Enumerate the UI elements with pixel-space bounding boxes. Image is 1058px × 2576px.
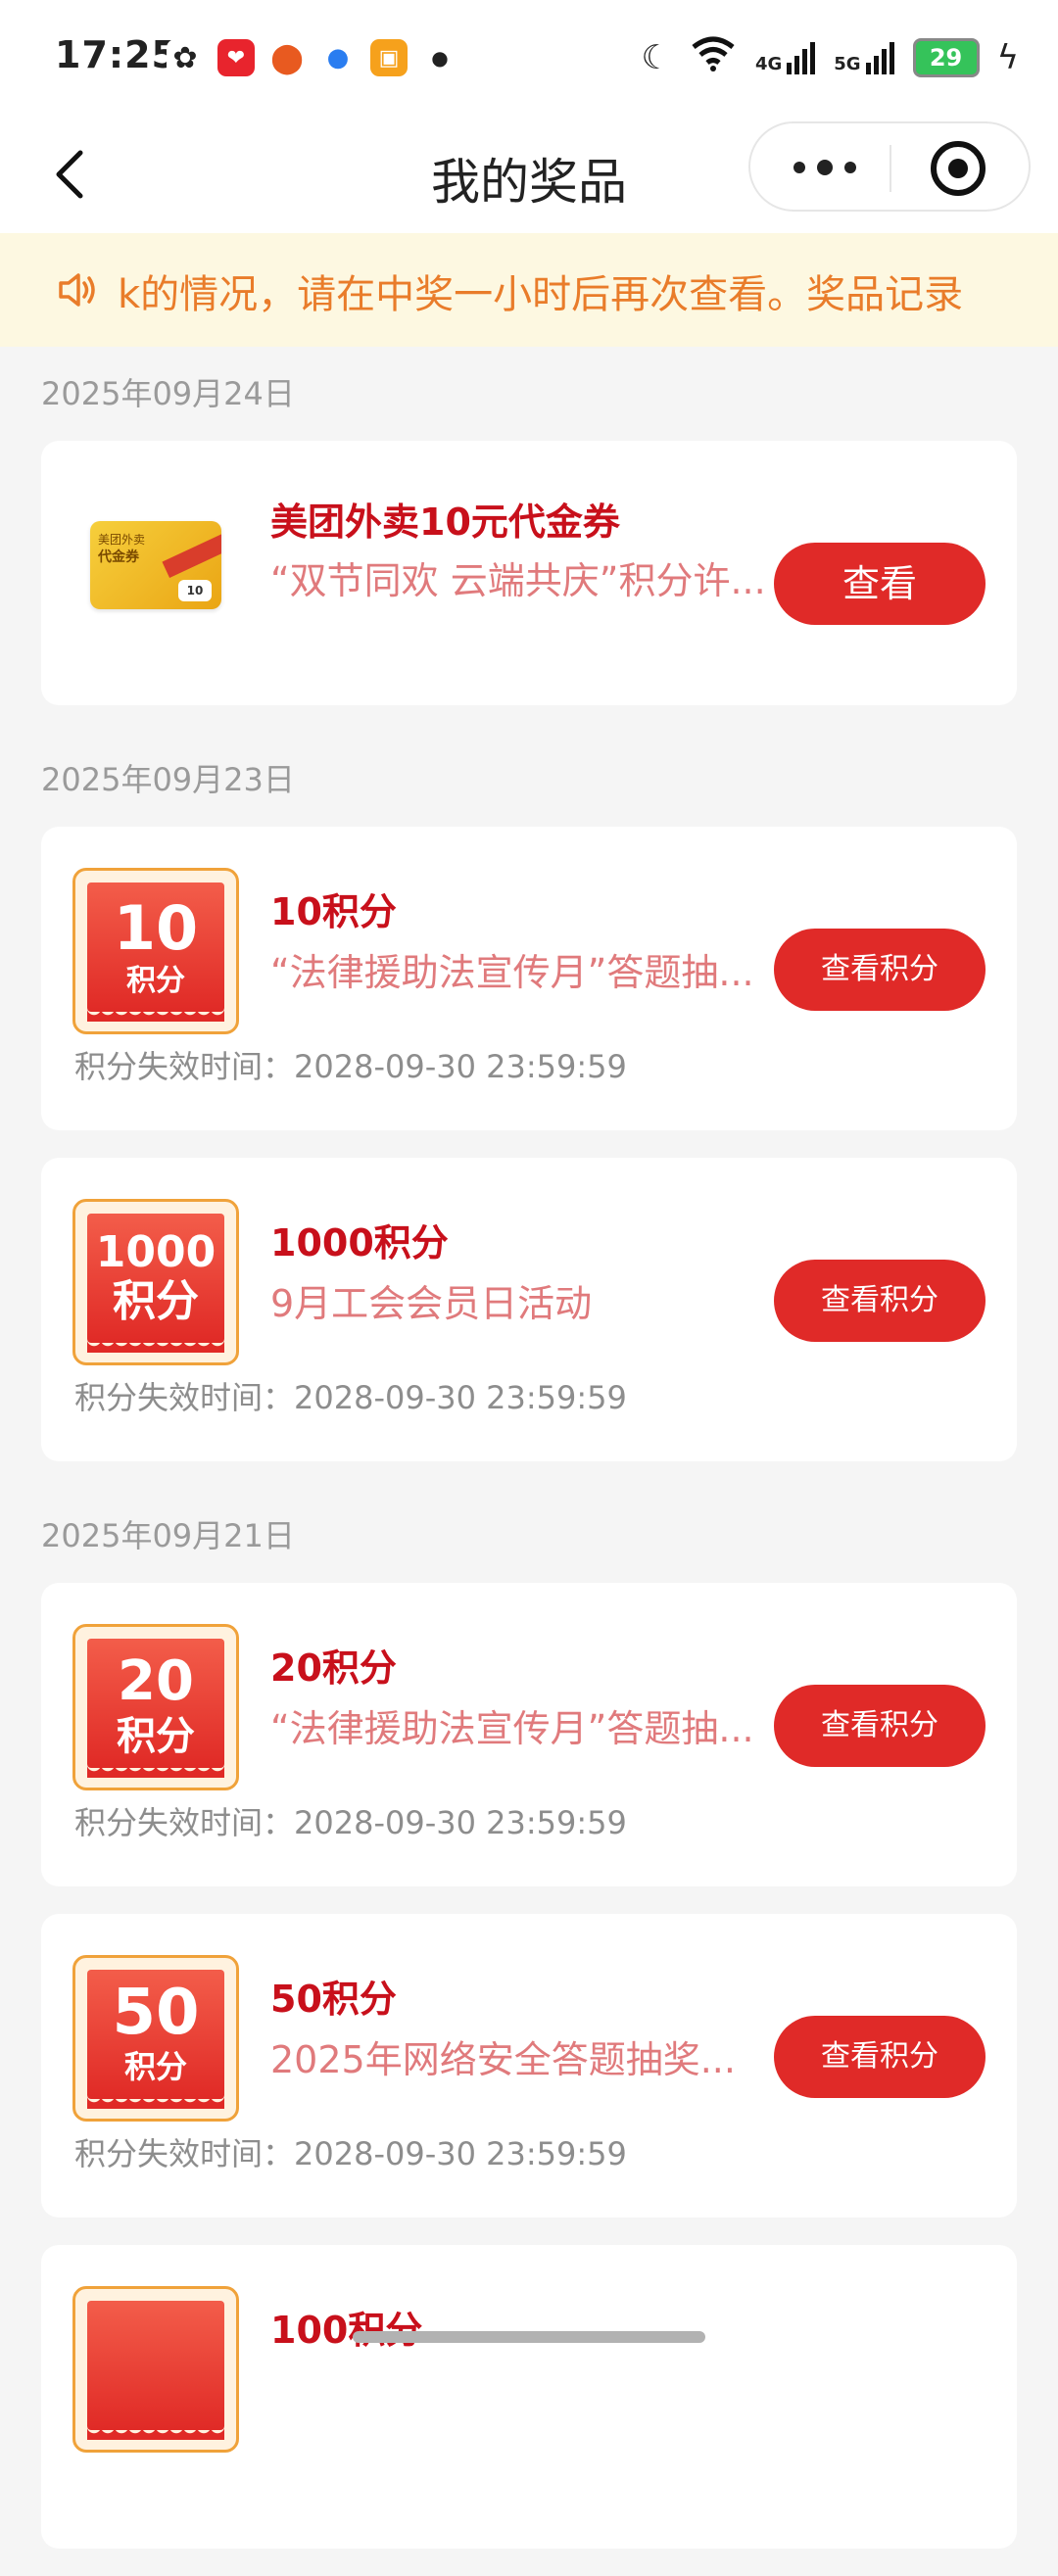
status-bar: 17:25 ✿ ❤ ⬤ ● ▣ ● ☾ 4G 5G 29 ϟ	[0, 0, 1058, 118]
points-badge-face	[87, 2301, 224, 2440]
points-expiry: 积分失效时间：2028-09-30 23:59:59	[74, 1048, 627, 1085]
view-points-button[interactable]: 查看积分	[774, 929, 986, 1011]
speaker-icon	[59, 273, 95, 307]
signal-4g-icon: 4G	[755, 41, 816, 74]
badge-number: 1000	[95, 1227, 216, 1277]
more-button[interactable]	[786, 153, 864, 182]
status-app-icons: ✿ ❤ ⬤ ● ▣ ●	[167, 39, 458, 76]
wechat-icon: ✿	[167, 39, 204, 76]
view-button[interactable]: 查看	[774, 543, 986, 625]
miniprogram-capsule	[748, 121, 1031, 212]
view-points-button[interactable]: 查看积分	[774, 1260, 986, 1342]
date-header: 2025年09月24日	[41, 375, 295, 412]
points-badge-face: 1000 积分	[87, 1214, 224, 1353]
network-4g-label: 4G	[754, 53, 783, 74]
capsule-divider	[890, 145, 891, 192]
nav-bar: 我的奖品	[0, 118, 1058, 233]
points-badge: 1000 积分	[72, 1199, 239, 1365]
badge-number: 50	[112, 1977, 200, 2049]
signal-5g-icon: 5G	[834, 41, 894, 74]
more-dots-icon	[794, 162, 805, 173]
view-points-button[interactable]: 查看积分	[774, 2016, 986, 2098]
prize-title: 1000积分	[270, 1221, 449, 1264]
thumb-ribbon	[162, 533, 221, 578]
prize-card: 50 积分 50积分 2025年网络安全答题抽奖... 查看积分 积分失效时间：…	[41, 1914, 1017, 2218]
date-header: 2025年09月21日	[41, 1517, 295, 1554]
prize-subtitle: “法律援助法宣传月”答题抽...	[270, 951, 754, 994]
wifi-icon	[689, 33, 738, 81]
status-time: 17:25	[55, 33, 178, 76]
thumb-value: 10	[178, 580, 212, 601]
prize-subtitle: “法律援助法宣传月”答题抽...	[270, 1707, 754, 1750]
more-notifications-icon: ●	[421, 39, 458, 76]
prize-card: 20 积分 20积分 “法律援助法宣传月”答题抽... 查看积分 积分失效时间：…	[41, 1583, 1017, 1886]
points-expiry: 积分失效时间：2028-09-30 23:59:59	[74, 1804, 627, 1841]
badge-unit: 积分	[117, 1714, 195, 1759]
prize-card: 1000 积分 1000积分 9月工会会员日活动 查看积分 积分失效时间：202…	[41, 1158, 1017, 1461]
status-indicators: ☾ 4G 5G 29 ϟ	[641, 33, 1019, 81]
points-expiry: 积分失效时间：2028-09-30 23:59:59	[74, 1379, 627, 1416]
voucher-thumbnail: 美团外卖 代金券 10	[90, 521, 221, 609]
prize-title: 50积分	[270, 1978, 397, 2021]
prize-subtitle: “双节同欢 云端共庆”积分许...	[270, 559, 766, 602]
moon-icon: ☾	[641, 37, 671, 77]
more-dot-center	[817, 160, 833, 175]
points-badge: 50 积分	[72, 1955, 239, 2122]
badge-unit: 积分	[113, 1276, 199, 1326]
thumb-brand: 美团外卖	[98, 533, 146, 547]
app-red-icon: ❤	[217, 39, 255, 76]
charging-icon: ϟ	[996, 37, 1019, 77]
prize-card: 10 积分 10积分 “法律援助法宣传月”答题抽... 查看积分 积分失效时间：…	[41, 827, 1017, 1130]
points-badge-face: 20 积分	[87, 1639, 224, 1778]
view-points-button[interactable]: 查看积分	[774, 1685, 986, 1767]
points-badge	[72, 2286, 239, 2453]
prize-title: 美团外卖10元代金券	[270, 501, 620, 544]
prize-card: 100积分	[41, 2245, 1017, 2549]
prize-subtitle: 9月工会会员日活动	[270, 1282, 593, 1325]
points-expiry: 积分失效时间：2028-09-30 23:59:59	[74, 2135, 627, 2172]
app-orange-icon: ⬤	[268, 39, 306, 76]
prize-list: 2025年09月24日 美团外卖 代金券 10 美团外卖10元代金券 “双节同欢…	[0, 347, 1058, 2576]
more-dot-right	[844, 162, 856, 173]
prize-title: 10积分	[270, 890, 397, 933]
notice-bar: k的情况，请在中奖一小时后再次查看。奖品记录	[0, 233, 1058, 347]
prize-card: 美团外卖 代金券 10 美团外卖10元代金券 “双节同欢 云端共庆”积分许...…	[41, 441, 1017, 705]
badge-unit: 积分	[123, 2048, 187, 2085]
prize-subtitle: 2025年网络安全答题抽奖...	[270, 2038, 736, 2081]
thumb-type: 代金券	[98, 549, 139, 565]
points-badge-face: 50 积分	[87, 1970, 224, 2109]
prize-title: 100积分	[270, 2309, 423, 2352]
app-yellow-icon: ▣	[370, 39, 408, 76]
points-badge-face: 10 积分	[87, 883, 224, 1022]
notice-text: k的情况，请在中奖一小时后再次查看。奖品记录	[118, 272, 964, 317]
badge-number: 10	[113, 892, 199, 964]
close-miniprogram-button[interactable]	[931, 141, 986, 196]
battery-icon: 29	[912, 37, 980, 77]
badge-unit: 积分	[126, 964, 185, 998]
badge-number: 20	[118, 1649, 194, 1713]
date-header: 2025年09月23日	[41, 761, 295, 798]
points-badge: 10 积分	[72, 868, 239, 1034]
points-badge: 20 积分	[72, 1624, 239, 1790]
app-blue-icon: ●	[319, 39, 357, 76]
battery-level: 29	[929, 43, 963, 72]
network-5g-label: 5G	[834, 53, 861, 74]
prize-title: 20积分	[270, 1646, 397, 1690]
home-indicator[interactable]	[353, 2331, 705, 2343]
